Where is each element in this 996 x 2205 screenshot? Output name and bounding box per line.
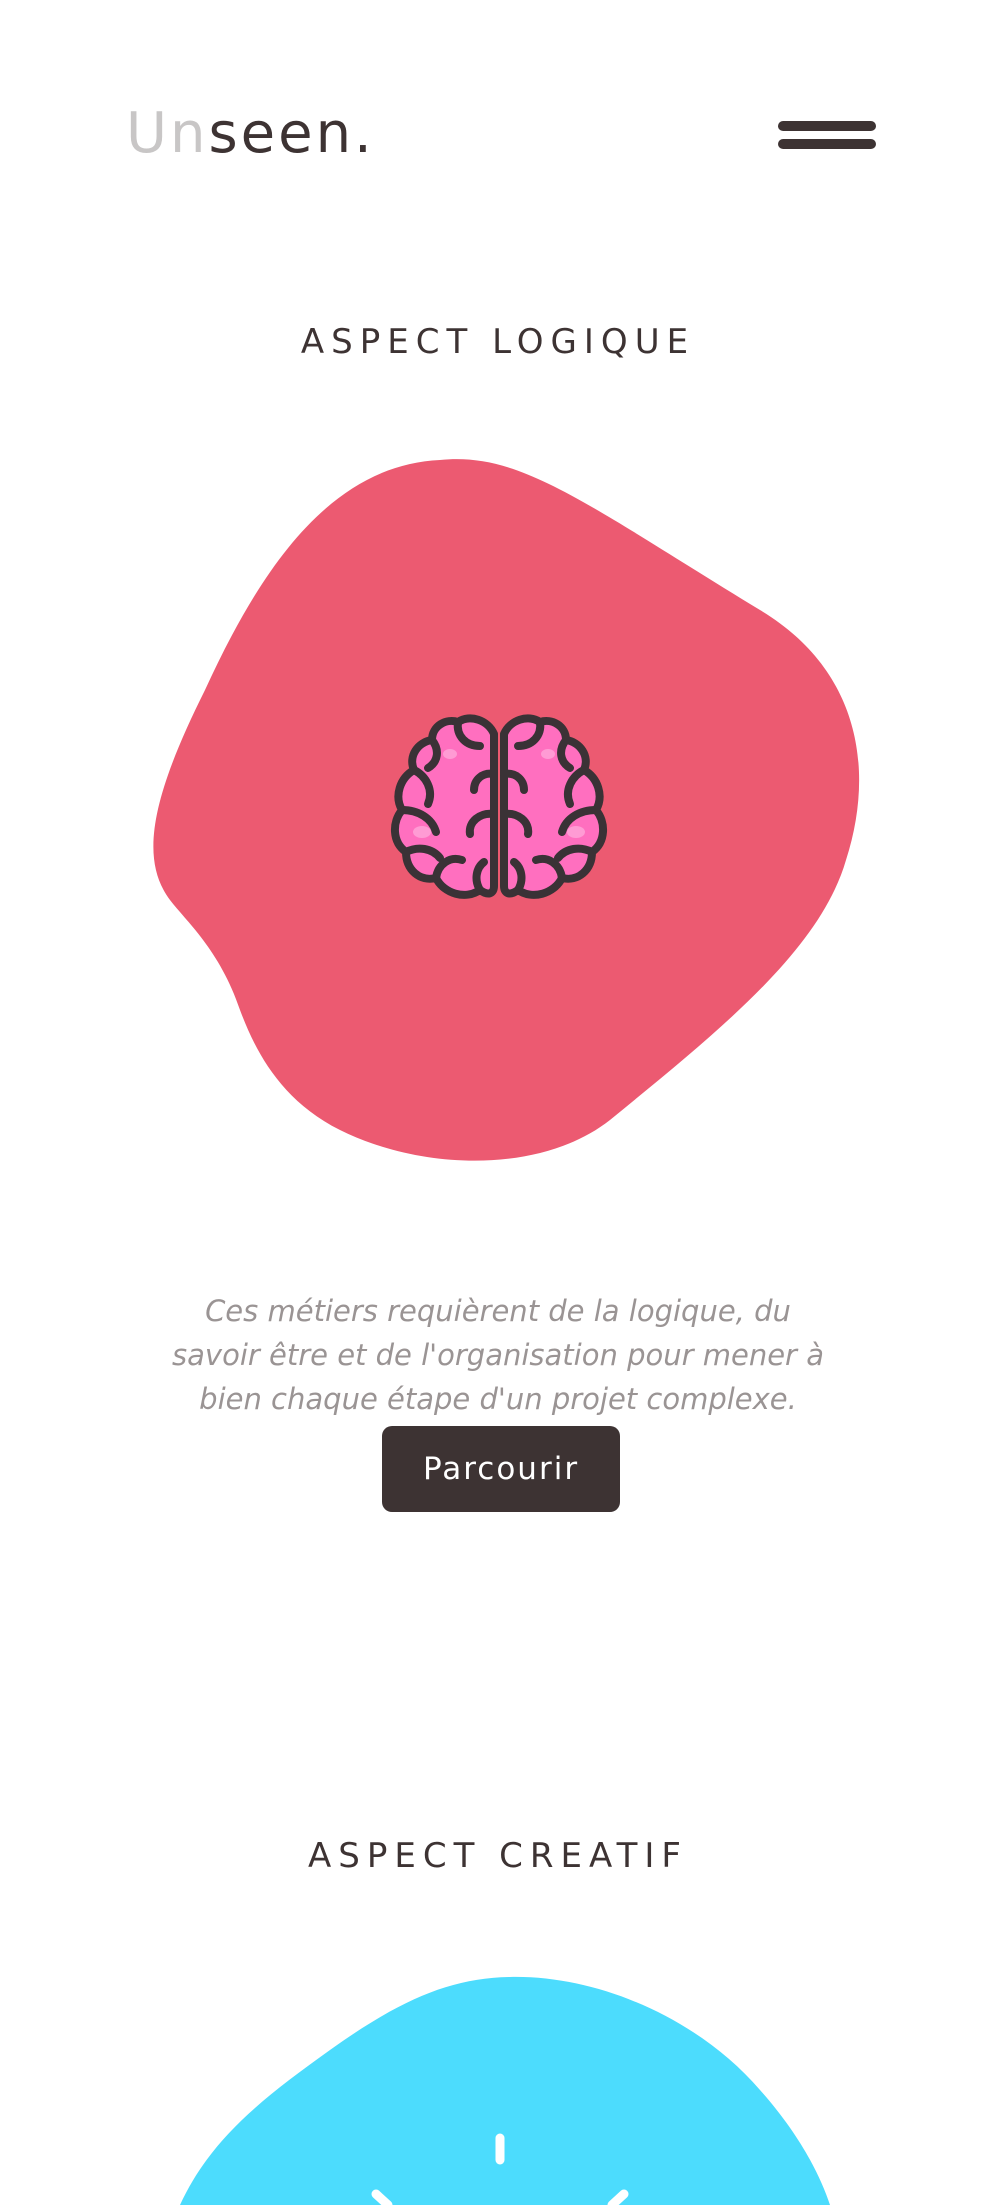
logo[interactable]: Un seen. — [126, 92, 375, 162]
logo-light-part: Un — [126, 101, 209, 166]
lightbulb-icon — [371, 2133, 629, 2205]
hamburger-icon[interactable] — [778, 118, 876, 152]
parcourir-button[interactable]: Parcourir — [382, 1426, 620, 1512]
section-title-creatif: ASPECT CREATIF — [308, 1836, 688, 1876]
menu-line — [778, 139, 876, 149]
section-description: Ces métiers requièrent de la logique, du… — [172, 1294, 824, 1416]
logo-dark-part: seen. — [208, 101, 375, 166]
section-title-logique: ASPECT LOGIQUE — [300, 322, 696, 362]
menu-line — [778, 121, 876, 131]
brain-icon — [391, 714, 607, 899]
